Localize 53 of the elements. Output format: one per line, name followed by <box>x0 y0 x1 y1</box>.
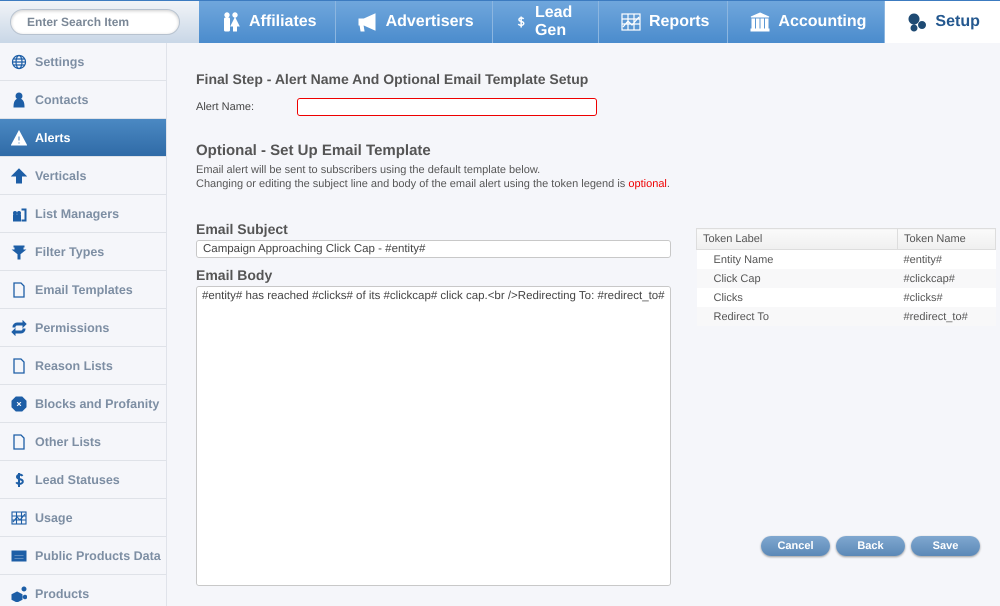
sidebar-item[interactable]: Alerts <box>0 119 166 157</box>
page-title: Final Step - Alert Name And Optional Email Template Setup <box>196 71 590 87</box>
search-field[interactable]: Enter Search Item <box>10 9 180 35</box>
sidebar-item[interactable]: Reason Lists <box>0 347 166 385</box>
sidebar-item[interactable]: Verticals <box>0 157 166 195</box>
alert-name-input[interactable] <box>297 98 597 116</box>
description-text: Email alert will be sent to subscribers using the default template below. <box>196 163 542 177</box>
bank-icon <box>750 12 770 32</box>
warning-icon <box>11 130 27 146</box>
x-icon <box>11 396 27 412</box>
chart-icon <box>11 510 27 526</box>
document-icon <box>11 434 27 450</box>
funnel-icon <box>11 244 27 260</box>
sidebar-item[interactable]: Blocks and Profanity <box>0 385 166 423</box>
sidebar-item[interactable]: Email Templates <box>0 271 166 309</box>
arrow-up-icon <box>11 168 27 184</box>
action-button[interactable]: Cancel <box>761 536 830 556</box>
sidebar-item[interactable]: Other Lists <box>0 423 166 461</box>
column-header: Token Name <box>898 228 996 250</box>
table-cell: Entity Name <box>696 250 898 269</box>
table-cell: Clicks <box>696 288 898 307</box>
table-cell: Click Cap <box>696 269 898 288</box>
subject-input[interactable]: Campaign Approaching Click Cap - #entity# <box>196 240 671 258</box>
table-cell: #clickcap# <box>898 269 996 288</box>
field-label: Alert Name: <box>196 101 256 113</box>
sidebar-item[interactable]: Usage <box>0 499 166 537</box>
document-icon <box>11 282 27 298</box>
column-header: Token Label <box>696 228 898 250</box>
chart-icon <box>620 12 641 32</box>
person-icon <box>11 92 27 108</box>
cubes-icon <box>11 586 27 602</box>
body-textarea[interactable]: #entity# has reached #clicks# of its #clickcap# click cap.<br />Redirecting To: #redirect_to# <box>196 286 671 586</box>
body-label: Email Body <box>196 267 274 283</box>
action-button[interactable]: Save <box>911 536 980 556</box>
sidebar-item[interactable]: Lead Statuses <box>0 461 166 499</box>
description-text: Changing or editing the subject line and body of the email alert using the token legend is optional. <box>196 177 671 191</box>
card-icon <box>11 548 27 564</box>
megaphone-icon <box>358 12 378 32</box>
action-button[interactable]: Back <box>836 536 905 556</box>
arrows-icon <box>11 320 27 336</box>
document-icon <box>11 358 27 374</box>
subject-label: Email Subject <box>196 221 289 237</box>
table-cell: #clicks# <box>898 288 996 307</box>
sidebar-item[interactable]: Products <box>0 575 166 606</box>
nav-tab[interactable]: Setup <box>885 1 1000 43</box>
globe-icon <box>11 54 27 70</box>
sidebar-item[interactable]: Filter Types <box>0 233 166 271</box>
table-cell: #entity# <box>898 250 996 269</box>
sidebar-item[interactable]: Public Products Data <box>0 537 166 575</box>
section-heading: Optional - Set Up Email Template <box>196 142 432 159</box>
sidebar-item[interactable]: List Managers <box>0 195 166 233</box>
sidebar-item[interactable]: Permissions <box>0 309 166 347</box>
sidebar-item[interactable]: Settings <box>0 43 166 81</box>
